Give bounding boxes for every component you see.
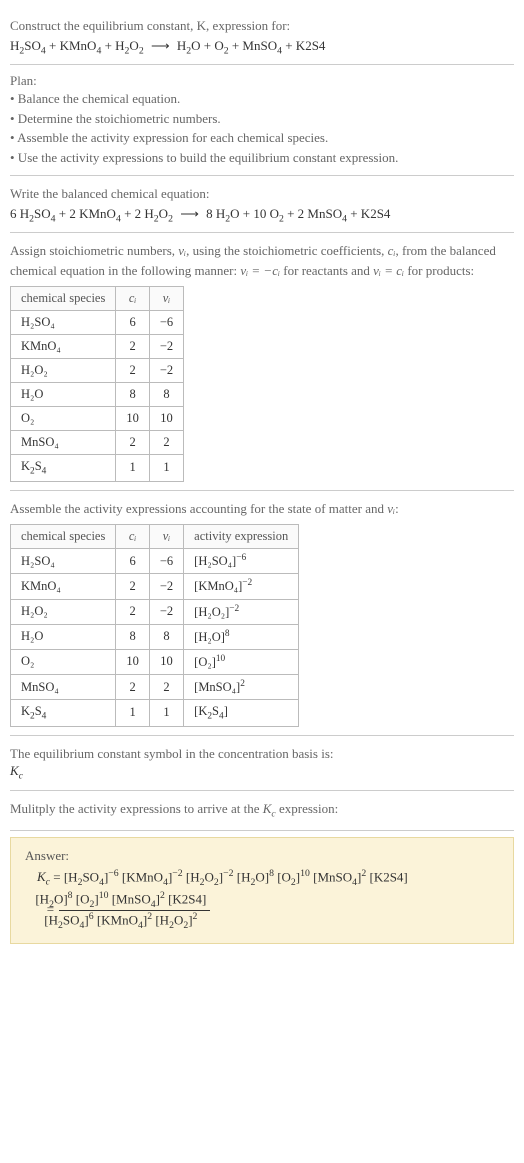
cell-c: 2	[116, 359, 150, 383]
prompt-intro: Construct the equilibrium constant, K, e…	[10, 16, 514, 36]
cell-c: 2	[116, 431, 150, 455]
cell-nu: −2	[149, 574, 183, 599]
cell-c: 8	[116, 383, 150, 407]
cell-activity: [KMnO₄]−2	[184, 574, 299, 599]
table-row: O₂1010[O₂]10	[11, 649, 299, 674]
activity-intro: Assemble the activity expressions accoun…	[10, 499, 514, 519]
cell-species: KMnO₄	[11, 335, 116, 359]
cell-nu: 2	[149, 431, 183, 455]
table-row: H₂O₂2−2	[11, 359, 184, 383]
final-heading: Mulitply the activity expressions to arr…	[10, 799, 514, 822]
cell-c: 2	[116, 574, 150, 599]
table-row: H₂SO₄6−6[H₂SO₄]−6	[11, 549, 299, 574]
plan-heading: Plan:	[10, 73, 514, 89]
basis-section: The equilibrium constant symbol in the c…	[10, 736, 514, 791]
table-row: K2S411	[11, 455, 184, 482]
cell-c: 2	[116, 674, 150, 699]
col-c: cᵢ	[116, 287, 150, 311]
cell-c: 1	[116, 455, 150, 482]
cell-nu: 1	[149, 700, 183, 727]
cell-c: 2	[116, 335, 150, 359]
stoich-table: chemical species cᵢ νᵢ H₂SO₄6−6KMnO₄2−2H…	[10, 286, 184, 482]
plan-item-3: • Assemble the activity expression for e…	[10, 128, 514, 148]
stoich-section: Assign stoichiometric numbers, νᵢ, using…	[10, 233, 514, 491]
stoich-intro: Assign stoichiometric numbers, νᵢ, using…	[10, 241, 514, 280]
cell-c: 1	[116, 700, 150, 727]
cell-activity: [K2S4]	[184, 700, 299, 727]
table-row: H₂O₂2−2[H₂O₂]−2	[11, 599, 299, 624]
table-row: MnSO₄22	[11, 431, 184, 455]
cell-c: 6	[116, 549, 150, 574]
prompt-section: Construct the equilibrium constant, K, e…	[10, 8, 514, 65]
cell-species: K2S4	[11, 700, 116, 727]
cell-c: 6	[116, 311, 150, 335]
cell-nu: 10	[149, 407, 183, 431]
cell-species: O₂	[11, 649, 116, 674]
cell-c: 2	[116, 599, 150, 624]
cell-nu: 2	[149, 674, 183, 699]
kc-symbol: Kc	[10, 763, 514, 782]
cell-activity: [H₂O]8	[184, 624, 299, 649]
table-row: KMnO₄2−2[KMnO₄]−2	[11, 574, 299, 599]
cell-species: KMnO₄	[11, 574, 116, 599]
cell-species: O₂	[11, 407, 116, 431]
cell-c: 10	[116, 407, 150, 431]
cell-nu: −2	[149, 599, 183, 624]
col-nu: νᵢ	[149, 525, 183, 549]
answer-box: Answer: Kc = [H2SO4]−6 [KMnO4]−2 [H2O2]−…	[10, 837, 514, 944]
unbalanced-equation: H2SO4 + KMnO4 + H2O2 ⟶ H2O + O2 + MnSO4 …	[10, 38, 514, 57]
cell-activity: [H₂SO₄]−6	[184, 549, 299, 574]
basis-intro: The equilibrium constant symbol in the c…	[10, 744, 514, 764]
cell-species: H₂O₂	[11, 599, 116, 624]
prompt-line1: Construct the equilibrium constant, K, e…	[10, 18, 290, 33]
final-heading-section: Mulitply the activity expressions to arr…	[10, 791, 514, 831]
cell-nu: 10	[149, 649, 183, 674]
plan-item-4: • Use the activity expressions to build …	[10, 148, 514, 168]
table-row: K2S411[K2S4]	[11, 700, 299, 727]
kc-expression: Kc = [H2SO4]−6 [KMnO4]−2 [H2O2]−2 [H2O]8…	[25, 868, 499, 931]
plan-item-1: • Balance the chemical equation.	[10, 89, 514, 109]
cell-c: 8	[116, 624, 150, 649]
cell-nu: −6	[149, 311, 183, 335]
balanced-section: Write the balanced chemical equation: 6 …	[10, 176, 514, 233]
table-row: O₂1010	[11, 407, 184, 431]
table-header-row: chemical species cᵢ νᵢ	[11, 287, 184, 311]
cell-species: H₂SO₄	[11, 311, 116, 335]
table-header-row: chemical species cᵢ νᵢ activity expressi…	[11, 525, 299, 549]
col-species: chemical species	[11, 525, 116, 549]
answer-label: Answer:	[25, 848, 499, 864]
cell-nu: 1	[149, 455, 183, 482]
table-row: MnSO₄22[MnSO₄]2	[11, 674, 299, 699]
cell-c: 10	[116, 649, 150, 674]
balanced-equation: 6 H2SO4 + 2 KMnO4 + 2 H2O2 ⟶ 8 H2O + 10 …	[10, 206, 514, 225]
activity-section: Assemble the activity expressions accoun…	[10, 491, 514, 736]
activity-table: chemical species cᵢ νᵢ activity expressi…	[10, 524, 299, 726]
col-nu: νᵢ	[149, 287, 183, 311]
cell-nu: −6	[149, 549, 183, 574]
cell-activity: [O₂]10	[184, 649, 299, 674]
cell-species: K2S4	[11, 455, 116, 482]
cell-species: H₂O₂	[11, 359, 116, 383]
cell-nu: 8	[149, 624, 183, 649]
plan-item-2: • Determine the stoichiometric numbers.	[10, 109, 514, 129]
col-species: chemical species	[11, 287, 116, 311]
cell-species: H₂O	[11, 383, 116, 407]
cell-species: MnSO₄	[11, 431, 116, 455]
cell-nu: −2	[149, 359, 183, 383]
cell-species: MnSO₄	[11, 674, 116, 699]
table-row: H₂O88	[11, 383, 184, 407]
cell-species: H₂SO₄	[11, 549, 116, 574]
table-row: KMnO₄2−2	[11, 335, 184, 359]
table-row: H₂SO₄6−6	[11, 311, 184, 335]
col-c: cᵢ	[116, 525, 150, 549]
cell-activity: [MnSO₄]2	[184, 674, 299, 699]
cell-nu: 8	[149, 383, 183, 407]
cell-activity: [H₂O₂]−2	[184, 599, 299, 624]
plan-section: Plan: • Balance the chemical equation. •…	[10, 65, 514, 176]
table-row: H₂O88[H₂O]8	[11, 624, 299, 649]
cell-species: H₂O	[11, 624, 116, 649]
cell-nu: −2	[149, 335, 183, 359]
col-activity: activity expression	[184, 525, 299, 549]
balanced-heading: Write the balanced chemical equation:	[10, 184, 514, 204]
